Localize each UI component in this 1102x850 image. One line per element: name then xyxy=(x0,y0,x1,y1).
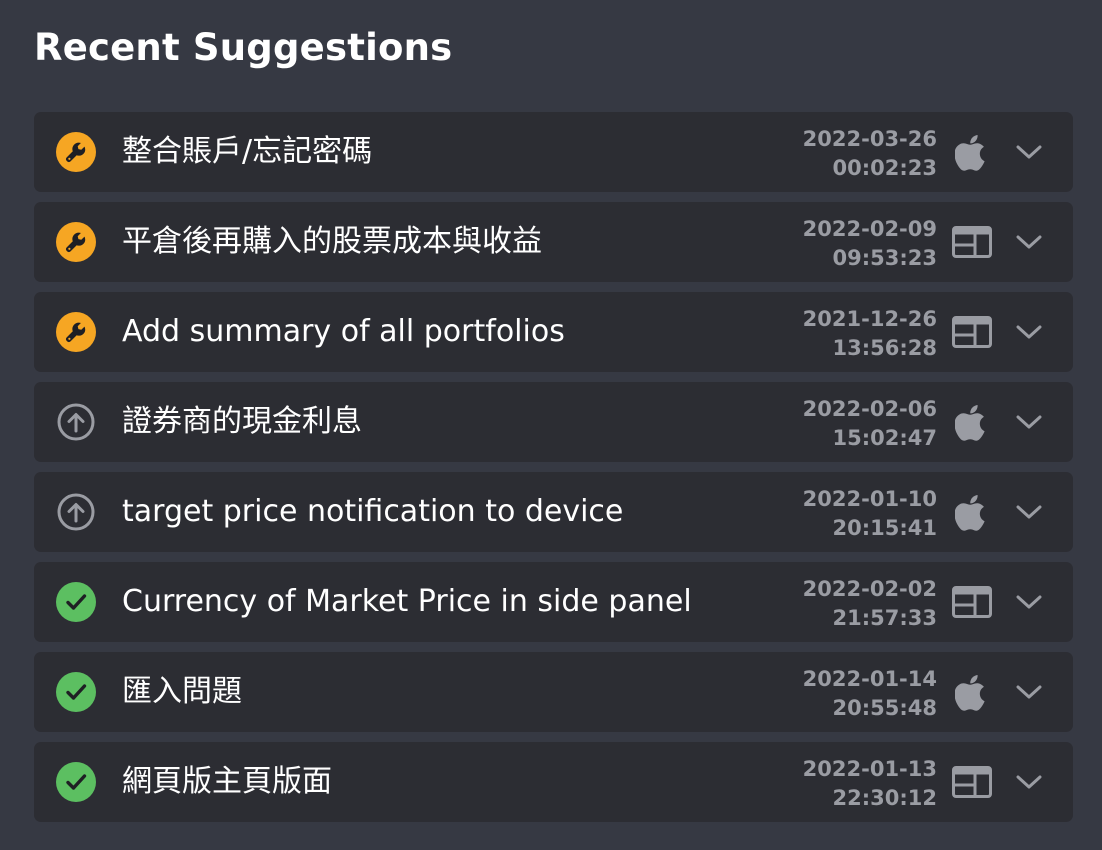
suggestion-title: 證券商的現金利息 xyxy=(122,404,362,439)
suggestion-date: 2022-01-13 xyxy=(802,757,937,781)
suggestion-time: 13:56:28 xyxy=(832,336,937,360)
suggestion-timestamp: 2022-02-06 15:02:47 xyxy=(803,395,937,453)
suggestion-timestamp: 2022-01-10 20:15:41 xyxy=(803,485,937,543)
suggestion-row[interactable]: 證券商的現金利息 2022-02-06 15:02:47 xyxy=(34,382,1073,462)
suggestion-time: 15:02:47 xyxy=(832,426,937,450)
checkmark-icon xyxy=(56,762,96,802)
suggestion-date: 2022-02-09 xyxy=(802,217,937,241)
arrow-up-circle-icon xyxy=(56,492,96,532)
chevron-down-icon[interactable] xyxy=(1013,497,1045,527)
suggestion-title: Add summary of all portfolios xyxy=(122,314,565,349)
suggestion-row[interactable]: 平倉後再購入的股票成本與收益 2022-02-09 09:53:23 xyxy=(34,202,1073,282)
wrench-icon xyxy=(56,222,96,262)
chevron-down-icon[interactable] xyxy=(1013,407,1045,437)
suggestion-title: 平倉後再購入的股票成本與收益 xyxy=(122,224,542,259)
suggestion-time: 21:57:33 xyxy=(832,606,937,630)
suggestion-title: 匯入問題 xyxy=(122,674,242,709)
suggestion-timestamp: 2022-01-13 22:30:12 xyxy=(803,755,937,813)
suggestion-row[interactable]: 匯入問題 2022-01-14 20:55:48 xyxy=(34,652,1073,732)
apple-icon xyxy=(951,493,993,531)
chevron-down-icon[interactable] xyxy=(1013,677,1045,707)
suggestion-date: 2022-01-14 xyxy=(802,667,937,691)
browser-window-icon xyxy=(951,223,993,261)
suggestion-time: 22:30:12 xyxy=(832,786,937,810)
suggestion-time: 20:55:48 xyxy=(832,696,937,720)
apple-icon xyxy=(951,133,993,171)
checkmark-icon xyxy=(56,672,96,712)
suggestion-title: Currency of Market Price in side panel xyxy=(122,584,692,619)
chevron-down-icon[interactable] xyxy=(1013,317,1045,347)
suggestion-time: 09:53:23 xyxy=(832,246,937,270)
suggestion-date: 2022-02-06 xyxy=(802,397,937,421)
recent-suggestions-panel: Recent Suggestions 整合賬戶/忘記密碼 2022-03-26 … xyxy=(0,0,1102,850)
suggestion-title: 網頁版主頁版面 xyxy=(122,764,332,799)
suggestion-title: 整合賬戶/忘記密碼 xyxy=(122,134,373,169)
suggestion-timestamp: 2022-02-02 21:57:33 xyxy=(803,575,937,633)
browser-window-icon xyxy=(951,583,993,621)
suggestion-date: 2022-02-02 xyxy=(802,577,937,601)
wrench-icon xyxy=(56,132,96,172)
browser-window-icon xyxy=(951,313,993,351)
suggestion-date: 2021-12-26 xyxy=(802,307,937,331)
chevron-down-icon[interactable] xyxy=(1013,227,1045,257)
panel-title: Recent Suggestions xyxy=(34,26,453,69)
apple-icon xyxy=(951,673,993,711)
chevron-down-icon[interactable] xyxy=(1013,587,1045,617)
suggestion-row[interactable]: Add summary of all portfolios 2021-12-26… xyxy=(34,292,1073,372)
suggestion-row[interactable]: target price notification to device 2022… xyxy=(34,472,1073,552)
suggestion-timestamp: 2021-12-26 13:56:28 xyxy=(803,305,937,363)
suggestion-row[interactable]: 整合賬戶/忘記密碼 2022-03-26 00:02:23 xyxy=(34,112,1073,192)
chevron-down-icon[interactable] xyxy=(1013,137,1045,167)
apple-icon xyxy=(951,403,993,441)
suggestion-list: 整合賬戶/忘記密碼 2022-03-26 00:02:23 平倉後再購入的股票成… xyxy=(34,112,1073,832)
suggestion-title: target price notification to device xyxy=(122,494,624,529)
arrow-up-circle-icon xyxy=(56,402,96,442)
suggestion-timestamp: 2022-02-09 09:53:23 xyxy=(803,215,937,273)
suggestion-timestamp: 2022-03-26 00:02:23 xyxy=(803,125,937,183)
chevron-down-icon[interactable] xyxy=(1013,767,1045,797)
suggestion-row[interactable]: Currency of Market Price in side panel 2… xyxy=(34,562,1073,642)
browser-window-icon xyxy=(951,763,993,801)
suggestion-time: 20:15:41 xyxy=(832,516,937,540)
suggestion-row[interactable]: 網頁版主頁版面 2022-01-13 22:30:12 xyxy=(34,742,1073,822)
wrench-icon xyxy=(56,312,96,352)
suggestion-time: 00:02:23 xyxy=(832,156,937,180)
suggestion-date: 2022-03-26 xyxy=(802,127,937,151)
suggestion-timestamp: 2022-01-14 20:55:48 xyxy=(803,665,937,723)
suggestion-date: 2022-01-10 xyxy=(802,487,937,511)
checkmark-icon xyxy=(56,582,96,622)
